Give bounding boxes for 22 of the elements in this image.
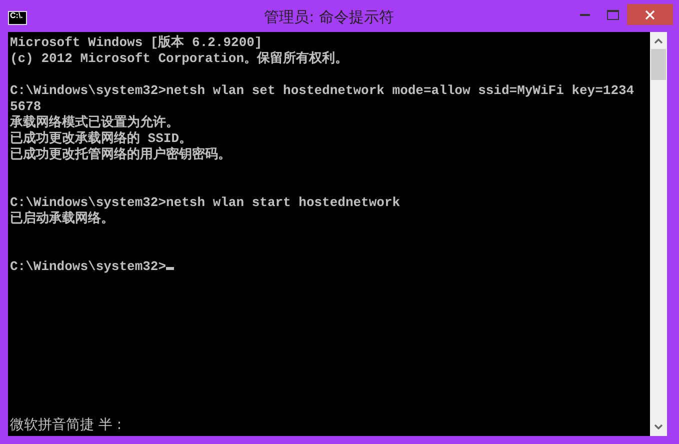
console-line: 5678 (10, 99, 42, 114)
scrollbar[interactable] (650, 32, 667, 436)
minimize-icon (580, 14, 590, 16)
console-line: (c) 2012 Microsoft Corporation。保留所有权利。 (10, 51, 348, 66)
maximize-icon (607, 10, 619, 20)
console-line: C:\Windows\system32> (10, 259, 166, 274)
console-line: Microsoft Windows [版本 6.2.9200] (10, 35, 262, 50)
scroll-up-icon[interactable] (654, 38, 663, 44)
console-app-icon[interactable]: C:\. (8, 10, 27, 24)
console-line: 已成功更改承载网络的 SSID。 (10, 131, 192, 146)
close-button[interactable] (627, 4, 673, 25)
console-line: C:\Windows\system32>netsh wlan set hostednetwork mode=allow ssid=MyWiFi key=1234 (10, 83, 634, 98)
ime-status: 微软拼音简捷 半 : (10, 417, 122, 433)
console-area[interactable] (8, 32, 650, 436)
console-line: 承载网络模式已设置为允许。 (10, 115, 179, 130)
console-line: C:\Windows\system32>netsh wlan start hostednetwork (10, 195, 400, 210)
scroll-down-icon[interactable] (654, 424, 663, 430)
console-line: 已成功更改托管网络的用户密钥密码。 (10, 147, 231, 162)
window-title: 管理员: 命令提示符 (263, 8, 395, 27)
scroll-thumb[interactable] (651, 49, 666, 80)
close-icon (645, 10, 655, 20)
console-line: 已启动承载网络。 (10, 211, 114, 226)
